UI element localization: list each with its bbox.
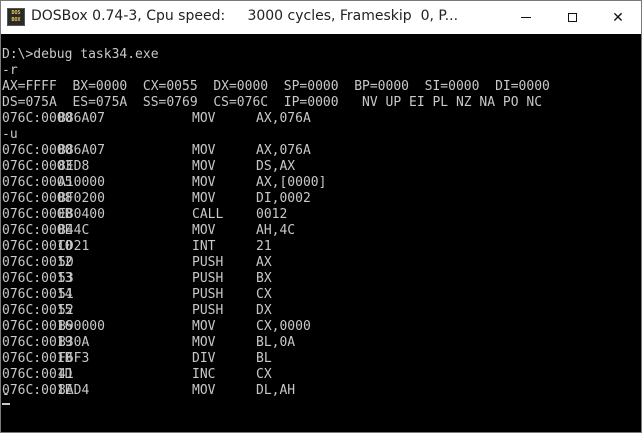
disassembly-mnemonic: INC xyxy=(192,367,216,382)
disassembly-row: 076C:0016 B90000 MOV CX,0000 xyxy=(2,319,422,335)
disassembly-row: 076C:0000 B86A07 MOV AX,076A xyxy=(2,143,422,159)
disassembly-row: 076C:001D 41 INC CX xyxy=(2,367,422,383)
close-button[interactable]: ✕ xyxy=(595,1,641,34)
disassembly-operands: 0012 xyxy=(256,207,288,222)
disassembly-hex: B44C xyxy=(58,223,90,238)
disassembly-hex: 50 xyxy=(58,255,74,270)
register-line-segment-flags: DS=075A ES=075A SS=0769 CS=076C IP=0000 … xyxy=(2,95,543,110)
disassembly-mnemonic: MOV xyxy=(192,383,216,398)
disassembly-hex: A10000 xyxy=(58,175,105,190)
command-line-u: -u xyxy=(2,127,18,142)
text-cursor xyxy=(2,403,10,405)
disassembly-mnemonic: INT xyxy=(192,239,216,254)
disassembly-row: 076C:000E B44C MOV AH,4C xyxy=(2,223,422,239)
disassembly-row: 076C:0005 A10000 MOV AX,[0000] xyxy=(2,175,422,191)
dosbox-icon[interactable]: DOS BOX xyxy=(7,8,25,26)
command-line-debug: D:\>debug task34.exe xyxy=(2,47,159,62)
maximize-icon xyxy=(567,13,577,22)
disassembly-mnemonic: PUSH xyxy=(192,287,224,302)
disassembly-hex: 8ED8 xyxy=(58,159,90,174)
instruction-operands: AX,076A xyxy=(256,111,311,126)
disassembly-operands: AX,[0000] xyxy=(256,175,327,190)
disassembly-operands: CX,0000 xyxy=(256,319,311,334)
current-instruction: 076C:0000 B86A07 MOV AX,076A xyxy=(2,111,422,127)
command-line-r: -r xyxy=(2,63,18,78)
disassembly-operands: BX xyxy=(256,271,272,286)
disassembly-row: 076C:0015 52 PUSH DX xyxy=(2,303,422,319)
maximize-button[interactable] xyxy=(549,1,595,34)
disassembly-mnemonic: PUSH xyxy=(192,255,224,270)
disassembly-hex: B90000 xyxy=(58,319,105,334)
disassembly-row: 076C:0019 B30A MOV BL,0A xyxy=(2,335,422,351)
disassembly-hex: 41 xyxy=(58,367,74,382)
disassembly-mnemonic: MOV xyxy=(192,223,216,238)
instruction-hex: B86A07 xyxy=(58,111,105,126)
disassembly-mnemonic: MOV xyxy=(192,335,216,350)
disassembly-operands: DS,AX xyxy=(256,159,296,174)
disassembly-row: 076C:001E 8AD4 MOV DL,AH xyxy=(2,383,422,399)
disassembly-row: 076C:0003 8ED8 MOV DS,AX xyxy=(2,159,422,175)
disassembly-hex: B30A xyxy=(58,335,90,350)
close-icon: ✕ xyxy=(612,9,624,26)
disassembly-hex: 8AD4 xyxy=(58,383,90,398)
disassembly-row: 076C:0013 53 PUSH BX xyxy=(2,271,422,287)
disassembly-mnemonic: PUSH xyxy=(192,303,224,318)
disassembly-operands: DX xyxy=(256,303,272,318)
disassembly-row: 076C:001B F6F3 DIV BL xyxy=(2,351,422,367)
disassembly-hex: BF0200 xyxy=(58,191,105,206)
command-prompt: - xyxy=(2,387,10,402)
register-line-general: AX=FFFF BX=0000 CX=0055 DX=0000 SP=0000 … xyxy=(2,79,550,94)
disassembly-mnemonic: MOV xyxy=(192,159,216,174)
disassembly-row: 076C:0014 51 PUSH CX xyxy=(2,287,422,303)
disassembly-operands: AX,076A xyxy=(256,143,311,158)
disassembly-operands: DI,0002 xyxy=(256,191,311,206)
disassembly-row: 076C:000B E80400 CALL 0012 xyxy=(2,207,422,223)
disassembly-operands: DL,AH xyxy=(256,383,296,398)
disassembly-mnemonic: CALL xyxy=(192,207,224,222)
title-bar[interactable]: DOS BOX DOSBox 0.74-3, Cpu speed: 3000 c… xyxy=(1,1,641,34)
disassembly-mnemonic: MOV xyxy=(192,175,216,190)
disassembly-operands: AH,4C xyxy=(256,223,296,238)
window-title: DOSBox 0.74-3, Cpu speed: 3000 cycles, F… xyxy=(31,8,459,24)
disassembly-mnemonic: MOV xyxy=(192,143,216,158)
disassembly-operands: CX xyxy=(256,367,272,382)
disassembly-hex: CD21 xyxy=(58,239,90,254)
disassembly-hex: 51 xyxy=(58,287,74,302)
disassembly-mnemonic: DIV xyxy=(192,351,216,366)
disassembly-row: 076C:0012 50 PUSH AX xyxy=(2,255,422,271)
disassembly-hex: B86A07 xyxy=(58,143,105,158)
disassembly-hex: F6F3 xyxy=(58,351,90,366)
disassembly-mnemonic: PUSH xyxy=(192,271,224,286)
dosbox-window: DOS BOX DOSBox 0.74-3, Cpu speed: 3000 c… xyxy=(0,0,642,433)
disassembly-operands: 21 xyxy=(256,239,272,254)
disassembly-row: 076C:0010 CD21 INT 21 xyxy=(2,239,422,255)
disassembly-mnemonic: MOV xyxy=(192,319,216,334)
disassembly-operands: BL xyxy=(256,351,272,366)
disassembly-operands: AX xyxy=(256,255,272,270)
disassembly-hex: 52 xyxy=(58,303,74,318)
instruction-mnemonic: MOV xyxy=(192,111,216,126)
minimize-icon xyxy=(521,17,531,18)
disassembly-operands: BL,0A xyxy=(256,335,296,350)
minimize-button[interactable] xyxy=(503,1,549,34)
disassembly-operands: CX xyxy=(256,287,272,302)
disassembly-hex: E80400 xyxy=(58,207,105,222)
dos-console[interactable]: D:\>debug task34.exe -r AX=FFFF BX=0000 … xyxy=(1,34,641,432)
disassembly-mnemonic: MOV xyxy=(192,191,216,206)
disassembly-hex: 53 xyxy=(58,271,74,286)
disassembly-row: 076C:0008 BF0200 MOV DI,0002 xyxy=(2,191,422,207)
